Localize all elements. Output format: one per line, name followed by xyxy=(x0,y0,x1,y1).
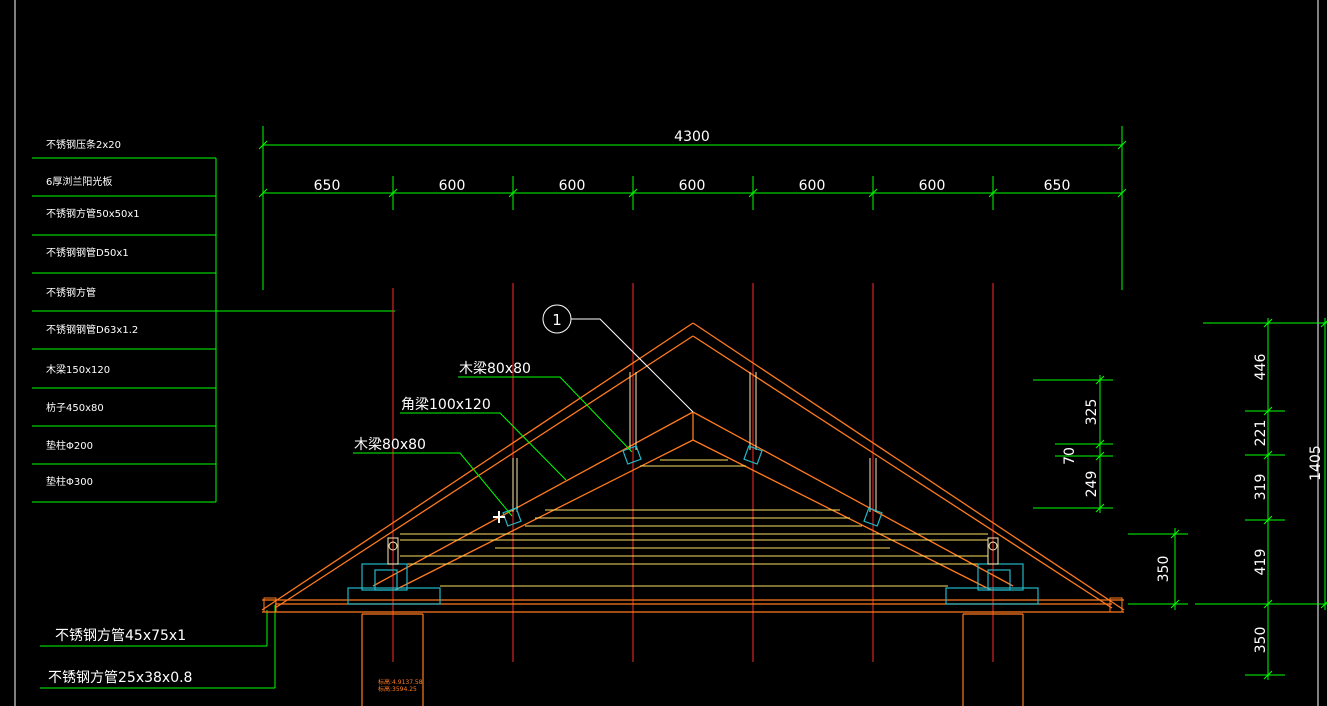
legend-item: 不锈钢钢管D63x1.2 xyxy=(46,323,138,336)
dim-segment: 650 xyxy=(314,178,341,194)
dim-vertical: 350 xyxy=(1156,556,1172,583)
legend-item: 木梁150x120 xyxy=(46,363,110,376)
legend-item: 6厚浏兰阳光板 xyxy=(46,175,112,188)
bottom-label: 不锈钢方管25x38x0.8 xyxy=(48,670,192,686)
section-marker-label: 1 xyxy=(552,311,562,329)
dim-vertical: 350 xyxy=(1253,627,1269,654)
callout-beam-upper: 木梁80x80 xyxy=(459,361,531,377)
dim-vertical: 419 xyxy=(1253,549,1269,576)
bottom-label: 不锈钢方管45x75x1 xyxy=(55,628,186,644)
dim-segment: 650 xyxy=(1044,178,1071,194)
dim-segment: 600 xyxy=(799,178,826,194)
dim-vertical: 70 xyxy=(1062,447,1078,465)
dim-vertical: 249 xyxy=(1084,471,1100,498)
dim-vertical: 319 xyxy=(1253,474,1269,501)
legend-item: 垫柱Φ300 xyxy=(46,475,93,488)
dim-segment: 600 xyxy=(439,178,466,194)
dim-vertical-total: 1405 xyxy=(1308,445,1324,481)
dim-segment: 600 xyxy=(919,178,946,194)
dim-total: 4300 xyxy=(674,129,710,145)
column-note: 标高:4.9137.58 xyxy=(378,678,423,686)
legend-item: 不锈钢方管 xyxy=(46,286,96,299)
dim-segment: 600 xyxy=(679,178,706,194)
legend-item: 不锈钢方管50x50x1 xyxy=(46,207,140,220)
column-notes: 标高:4.9137.58 标高:3594.25 xyxy=(378,678,423,693)
dim-segment: 600 xyxy=(559,178,586,194)
callout-beam-lower: 木梁80x80 xyxy=(354,437,426,453)
legend-item: 不锈钢压条2x20 xyxy=(46,138,121,151)
legend-item: 不锈钢钢管D50x1 xyxy=(46,246,129,259)
legend-item: 枋子450x80 xyxy=(46,401,104,414)
legend-item: 垫柱Φ200 xyxy=(46,439,93,452)
dim-vertical: 325 xyxy=(1084,399,1100,426)
column-note: 标高:3594.25 xyxy=(378,685,417,693)
callout-angle-beam: 角梁100x120 xyxy=(401,397,491,413)
dim-vertical: 446 xyxy=(1253,354,1269,381)
dim-vertical: 221 xyxy=(1253,420,1269,447)
cad-drawing: 不锈钢压条2x20 6厚浏兰阳光板 不锈钢方管50x50x1 不锈钢钢管D50x… xyxy=(0,0,1327,706)
